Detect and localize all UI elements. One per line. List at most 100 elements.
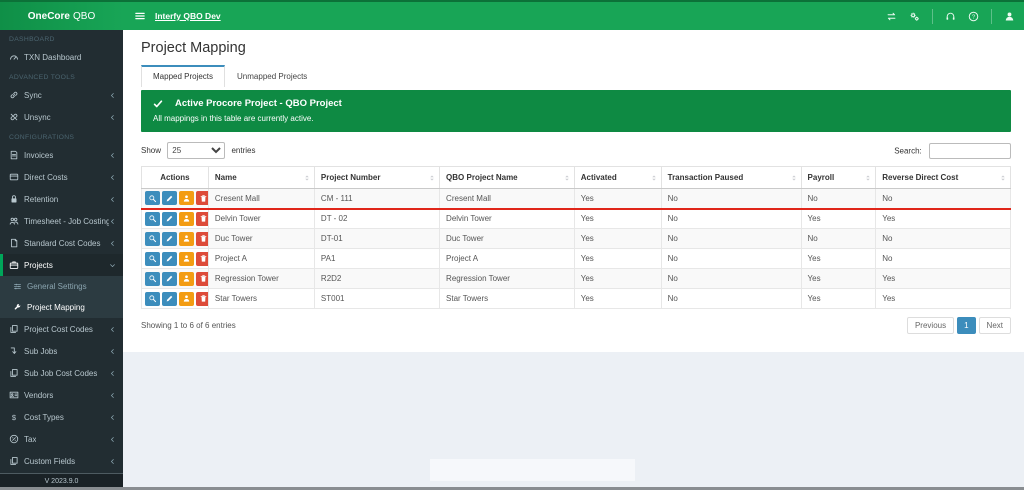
user-icon[interactable] bbox=[1004, 11, 1015, 22]
pencil-icon bbox=[165, 214, 174, 223]
column-header-transaction-paused[interactable]: Transaction Paused bbox=[661, 167, 801, 189]
cell-qbo-project-name: Delvin Tower bbox=[440, 209, 575, 229]
chevron-left-icon bbox=[109, 392, 116, 399]
sidebar-item-sub-job-cost-codes[interactable]: Sub Job Cost Codes bbox=[0, 362, 123, 384]
chevron-left-icon bbox=[109, 370, 116, 377]
view-button[interactable] bbox=[145, 252, 160, 266]
table-header-row: ActionsNameProject NumberQBO Project Nam… bbox=[142, 167, 1011, 189]
headset-icon[interactable] bbox=[945, 11, 956, 22]
dashboard-icon bbox=[9, 52, 19, 62]
view-button[interactable] bbox=[145, 272, 160, 286]
copy-icon bbox=[9, 324, 19, 334]
sidebar-item-label: Invoices bbox=[24, 151, 53, 160]
previous-page-button[interactable]: Previous bbox=[907, 317, 954, 334]
cell-project-number: CM - 111 bbox=[314, 189, 439, 209]
column-label: Reverse Direct Cost bbox=[882, 173, 958, 182]
pencil-icon bbox=[165, 194, 174, 203]
cell-activated: Yes bbox=[574, 269, 661, 289]
edit-button[interactable] bbox=[162, 252, 177, 266]
sidebar-item-txn-dashboard[interactable]: TXN Dashboard bbox=[0, 46, 123, 68]
next-page-button[interactable]: Next bbox=[979, 317, 1011, 334]
main-content: Project Mapping Mapped Projects Unmapped… bbox=[123, 30, 1024, 490]
sidebar-item-cost-types[interactable]: $Cost Types bbox=[0, 406, 123, 428]
deactivate-button[interactable] bbox=[179, 272, 194, 286]
sidebar-item-label: TXN Dashboard bbox=[24, 53, 81, 62]
column-header-qbo-project-name[interactable]: QBO Project Name bbox=[440, 167, 575, 189]
view-button[interactable] bbox=[145, 212, 160, 226]
help-icon[interactable]: ? bbox=[968, 11, 979, 22]
tab-mapped-projects[interactable]: Mapped Projects bbox=[141, 65, 225, 87]
transfer-icon[interactable] bbox=[886, 11, 897, 22]
delete-button[interactable] bbox=[196, 212, 208, 226]
sidebar-item-project-mapping[interactable]: Project Mapping bbox=[0, 297, 123, 318]
deactivate-button[interactable] bbox=[179, 252, 194, 266]
tab-unmapped-projects[interactable]: Unmapped Projects bbox=[225, 65, 319, 87]
sidebar-item-projects[interactable]: Projects bbox=[0, 254, 123, 276]
view-button[interactable] bbox=[145, 191, 160, 205]
cell-payroll: No bbox=[801, 189, 876, 209]
gears-icon[interactable] bbox=[909, 11, 920, 22]
sidebar-item-vendors[interactable]: Vendors bbox=[0, 384, 123, 406]
table-footer: Showing 1 to 6 of 6 entries Previous 1 N… bbox=[141, 317, 1011, 334]
table-row: Cresent MallCM - 111Cresent MallYesNoNoN… bbox=[142, 189, 1011, 209]
brand-logo[interactable]: OneCore QBO bbox=[0, 2, 123, 30]
sidebar-item-invoices[interactable]: Invoices bbox=[0, 144, 123, 166]
page-1-button[interactable]: 1 bbox=[957, 317, 975, 334]
edit-button[interactable] bbox=[162, 232, 177, 246]
cell-payroll: Yes bbox=[801, 249, 876, 269]
cell-project-number: DT - 02 bbox=[314, 209, 439, 229]
sort-icon bbox=[999, 174, 1007, 182]
chevron-left-icon bbox=[109, 348, 116, 355]
delete-button[interactable] bbox=[196, 191, 208, 205]
sidebar-item-custom-fields[interactable]: Custom Fields bbox=[0, 450, 123, 472]
delete-button[interactable] bbox=[196, 232, 208, 246]
cell-name: Regression Tower bbox=[208, 269, 314, 289]
edit-button[interactable] bbox=[162, 191, 177, 205]
company-link[interactable]: Interfy QBO Dev bbox=[155, 11, 221, 21]
column-header-reverse-direct-cost[interactable]: Reverse Direct Cost bbox=[876, 167, 1011, 189]
sidebar-section-advanced-tools: ADVANCED TOOLS bbox=[0, 68, 123, 84]
cell-activated: Yes bbox=[574, 229, 661, 249]
search-icon bbox=[148, 294, 157, 303]
sidebar-item-label: Standard Cost Codes bbox=[24, 239, 101, 248]
sidebar-item-timesheet-job-costings[interactable]: Timesheet - Job Costings bbox=[0, 210, 123, 232]
sidebar-item-unsync[interactable]: Unsync bbox=[0, 106, 123, 128]
edit-button[interactable] bbox=[162, 292, 177, 306]
delete-button[interactable] bbox=[196, 252, 208, 266]
sidebar-item-sync[interactable]: Sync bbox=[0, 84, 123, 106]
edit-button[interactable] bbox=[162, 272, 177, 286]
cell-reverse-direct-cost: No bbox=[876, 189, 1011, 209]
cell-reverse-direct-cost: No bbox=[876, 229, 1011, 249]
cell-qbo-project-name: Cresent Mall bbox=[440, 189, 575, 209]
deactivate-button[interactable] bbox=[179, 232, 194, 246]
deactivate-button[interactable] bbox=[179, 212, 194, 226]
deactivate-button[interactable] bbox=[179, 292, 194, 306]
cell-activated: Yes bbox=[574, 289, 661, 309]
column-header-project-number[interactable]: Project Number bbox=[314, 167, 439, 189]
search-icon bbox=[148, 254, 157, 263]
sidebar-item-general-settings[interactable]: General Settings bbox=[0, 276, 123, 297]
sidebar-item-direct-costs[interactable]: Direct Costs bbox=[0, 166, 123, 188]
menu-icon[interactable] bbox=[134, 10, 146, 22]
column-header-name[interactable]: Name bbox=[208, 167, 314, 189]
sidebar-item-sub-jobs[interactable]: Sub Jobs bbox=[0, 340, 123, 362]
sidebar-item-tax[interactable]: Tax bbox=[0, 428, 123, 450]
delete-button[interactable] bbox=[196, 272, 208, 286]
sidebar-item-retention[interactable]: Retention bbox=[0, 188, 123, 210]
sidebar-item-standard-cost-codes[interactable]: Standard Cost Codes bbox=[0, 232, 123, 254]
view-button[interactable] bbox=[145, 292, 160, 306]
edit-button[interactable] bbox=[162, 212, 177, 226]
column-header-payroll[interactable]: Payroll bbox=[801, 167, 876, 189]
view-button[interactable] bbox=[145, 232, 160, 246]
sidebar-item-project-cost-codes[interactable]: Project Cost Codes bbox=[0, 318, 123, 340]
sort-icon bbox=[303, 174, 311, 182]
sidebar: DASHBOARDTXN DashboardADVANCED TOOLSSync… bbox=[0, 30, 123, 490]
search-input[interactable] bbox=[929, 143, 1011, 159]
sidebar-item-label: General Settings bbox=[27, 282, 87, 291]
page-length-select[interactable]: 25 bbox=[167, 142, 225, 159]
deactivate-button[interactable] bbox=[179, 191, 194, 205]
delete-button[interactable] bbox=[196, 292, 208, 306]
column-header-activated[interactable]: Activated bbox=[574, 167, 661, 189]
cell-reverse-direct-cost: Yes bbox=[876, 209, 1011, 229]
chevron-left-icon bbox=[109, 196, 116, 203]
